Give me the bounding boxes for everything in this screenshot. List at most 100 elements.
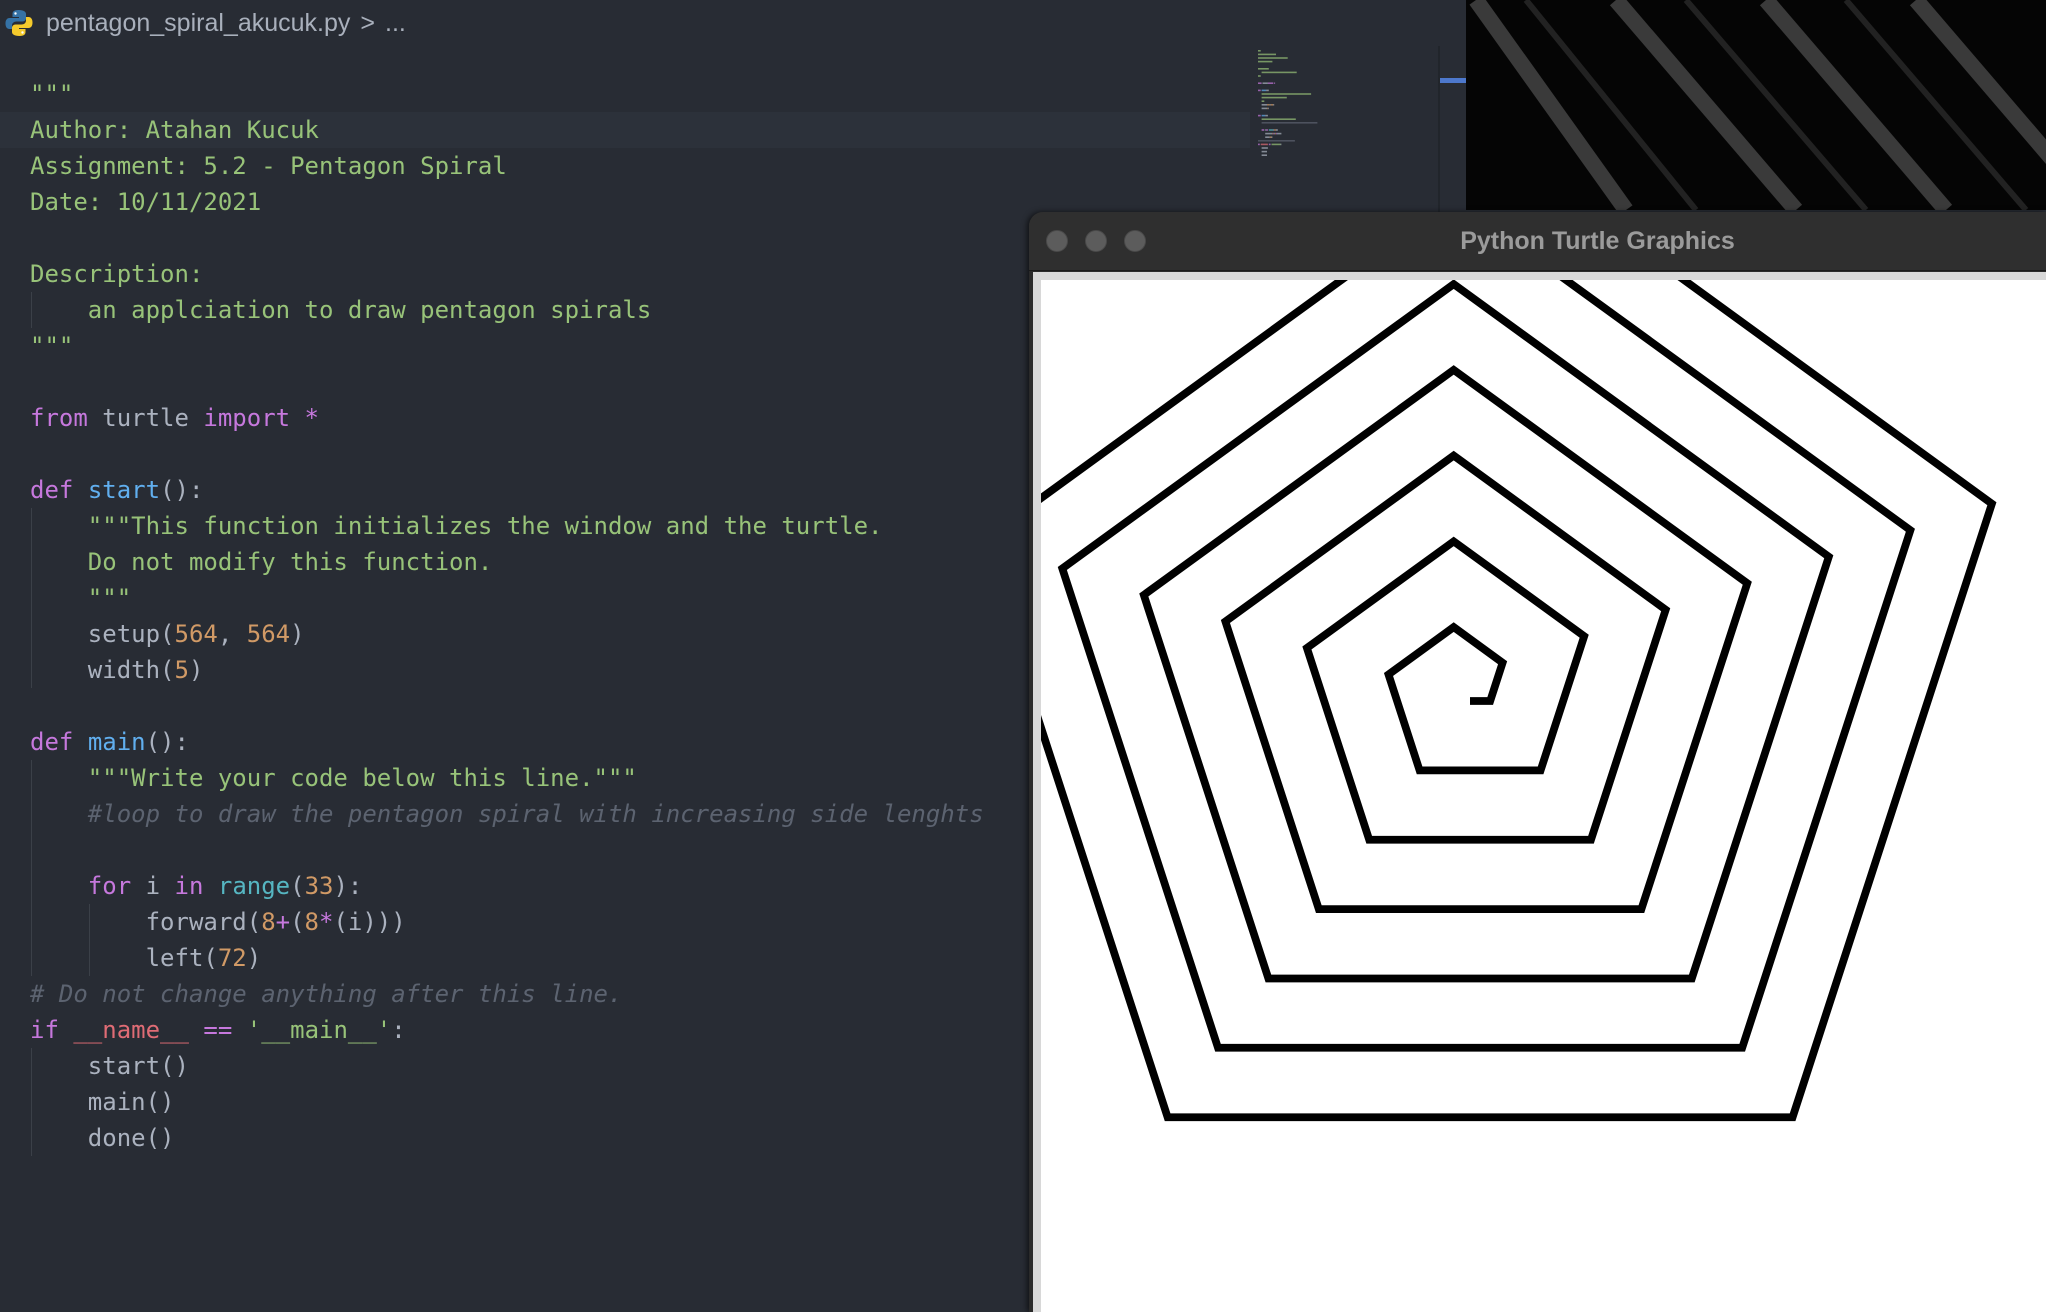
code-token: ( — [290, 872, 305, 900]
turtle-canvas[interactable] — [1041, 280, 2046, 1312]
spiral-path — [1041, 280, 1997, 1122]
code-token: width( — [30, 656, 175, 684]
code-token: main — [87, 728, 146, 756]
code-token: """Write your code below this line.""" — [30, 764, 637, 792]
minimap-scroll-indicator[interactable] — [1440, 78, 1466, 83]
code-token: (): — [160, 476, 204, 504]
code-token: #loop to draw the pentagon spiral with i… — [30, 800, 984, 828]
code-token: 8 — [304, 908, 319, 936]
turtle-graphics-window[interactable]: Python Turtle Graphics — [1029, 212, 2046, 1312]
indent-guide — [31, 796, 32, 832]
window-title: Python Turtle Graphics — [1460, 227, 1735, 255]
minimap-token — [1258, 82, 1262, 84]
code-token: __name__ — [73, 1016, 189, 1044]
code-token: * — [319, 908, 334, 936]
code-token: '__main__' — [246, 1016, 392, 1044]
code-token: Description: — [30, 260, 204, 288]
indent-guide — [31, 1120, 32, 1156]
code-token: 564 — [174, 620, 218, 648]
code-token: + — [275, 908, 291, 936]
minimap-token — [1258, 75, 1261, 77]
minimap-token — [1274, 132, 1276, 135]
breadcrumb-more[interactable]: ... — [385, 9, 406, 38]
minimap-token — [1265, 136, 1270, 138]
code-line[interactable]: """ — [0, 76, 1250, 112]
code-token: ( — [290, 908, 305, 936]
minimap-token — [1258, 140, 1295, 142]
code-token: """ — [30, 584, 132, 612]
minimap[interactable] — [1258, 46, 1438, 176]
minimap-token — [1266, 89, 1269, 92]
minimap-token — [1269, 136, 1272, 138]
desktop-wallpaper — [1466, 0, 2046, 210]
minimap-token — [1273, 129, 1275, 131]
code-token: in — [174, 872, 204, 900]
indent-guide — [89, 940, 90, 976]
code-line[interactable]: Assignment: 5.2 - Pentagon Spiral — [0, 148, 1250, 184]
code-token: * — [290, 404, 319, 432]
minimap-token — [1258, 57, 1288, 59]
minimap-token — [1261, 118, 1296, 120]
minimap-token — [1258, 114, 1261, 117]
code-token: 33 — [304, 872, 334, 900]
python-file-icon — [4, 8, 34, 38]
minimap-token — [1258, 89, 1261, 92]
minimap-token — [1261, 129, 1265, 131]
code-token: (): — [145, 728, 189, 756]
code-token: Do not modify this function. — [30, 548, 493, 576]
indent-guide — [31, 508, 32, 544]
indent-guide — [89, 904, 90, 940]
code-token: ): — [333, 872, 363, 900]
minimap-token — [1276, 129, 1278, 131]
code-token: start() — [30, 1052, 189, 1080]
code-token: """ — [30, 332, 74, 360]
code-token: import — [203, 404, 291, 432]
code-token: 72 — [217, 944, 247, 972]
minimap-token — [1271, 136, 1273, 138]
minimap-token — [1261, 154, 1267, 156]
minimap-token — [1265, 129, 1267, 131]
minimap-token — [1273, 132, 1275, 135]
minimap-token — [1269, 104, 1271, 106]
minimap-token — [1261, 100, 1265, 102]
indent-guide — [31, 832, 32, 868]
code-token: ) — [246, 944, 262, 972]
indent-guide — [31, 1084, 32, 1120]
breadcrumb-file[interactable]: pentagon_spiral_akucuk.py — [46, 9, 350, 38]
minimap-token — [1275, 132, 1276, 135]
minimap-token — [1274, 129, 1276, 131]
code-token: turtle — [87, 404, 204, 432]
minimap-token — [1260, 143, 1268, 146]
window-titlebar[interactable]: Python Turtle Graphics — [1029, 212, 2046, 271]
minimap-token — [1261, 107, 1267, 110]
minimap-token — [1265, 114, 1268, 117]
code-token: i — [131, 872, 175, 900]
indent-guide — [31, 580, 32, 616]
indent-guide — [31, 652, 32, 688]
code-token: """This function initializes the window … — [30, 512, 883, 540]
minimap-token — [1261, 71, 1297, 74]
code-token: an applciation to draw pentagon spirals — [30, 296, 652, 324]
code-token: if — [30, 1016, 59, 1044]
minimap-token — [1270, 104, 1274, 106]
code-token: # Do not change anything after this line… — [30, 980, 623, 1008]
code-line[interactable]: Author: Atahan Kucuk — [0, 112, 1250, 148]
code-token: , — [217, 620, 247, 648]
indent-guide — [31, 904, 32, 940]
code-token: for — [87, 872, 132, 900]
breadcrumb-separator: > — [360, 8, 375, 37]
breadcrumb: pentagon_spiral_akucuk.py > ... — [0, 0, 1000, 46]
code-token: def — [30, 476, 74, 504]
code-token: main() — [30, 1088, 175, 1116]
code-token: Date: 10/11/2021 — [30, 188, 262, 216]
indent-guide — [31, 940, 32, 976]
code-token: Author: Atahan Kucuk — [30, 116, 319, 144]
minimap-token — [1267, 107, 1268, 110]
minimap-token — [1258, 53, 1276, 56]
code-token: == — [203, 1016, 233, 1044]
code-token: : — [391, 1016, 406, 1044]
